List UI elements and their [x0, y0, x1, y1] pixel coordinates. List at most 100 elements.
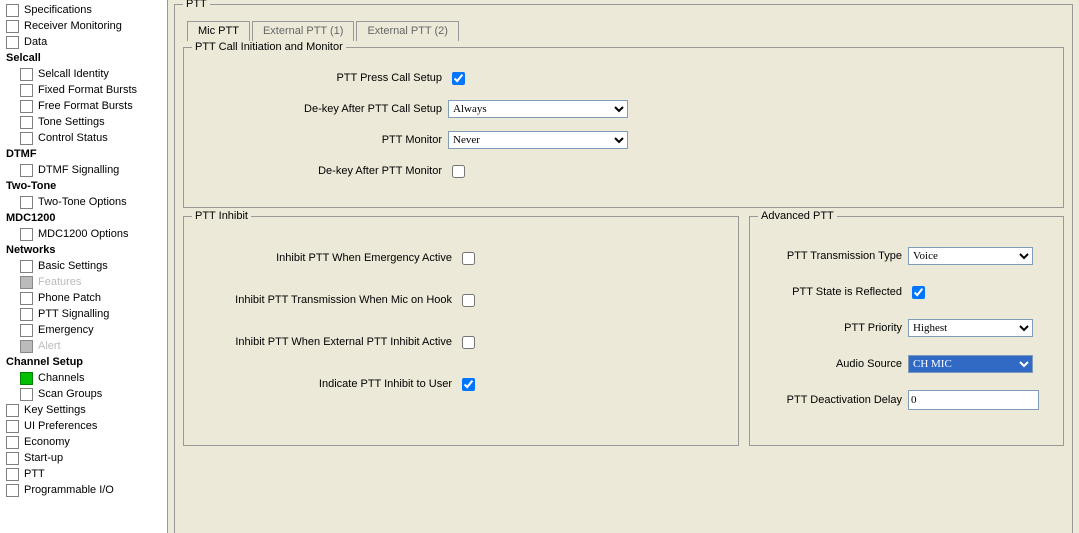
dekey-after-setup-label: De-key After PTT Call Setup — [192, 103, 448, 115]
audio-source-label: Audio Source — [758, 358, 908, 370]
tree-checkbox-icon — [20, 292, 33, 305]
tree-checkbox-icon — [20, 68, 33, 81]
tree-item[interactable]: Alert — [0, 338, 167, 354]
trans-type-select[interactable]: Voice — [908, 247, 1033, 265]
tree-checkbox-icon — [6, 404, 19, 417]
tree-item[interactable]: MDC1200 Options — [0, 226, 167, 242]
priority-select[interactable]: Highest — [908, 319, 1033, 337]
tree-item[interactable]: Networks — [0, 242, 167, 258]
tree-item-label: DTMF Signalling — [38, 164, 119, 176]
inhibit-emergency-checkbox[interactable] — [462, 252, 475, 265]
tree-item[interactable]: Selcall Identity — [0, 66, 167, 82]
tree-item-label: Basic Settings — [38, 260, 108, 272]
tree-item-label: Networks — [6, 244, 56, 256]
tree-item-label: Phone Patch — [38, 292, 101, 304]
tree-checkbox-icon — [20, 196, 33, 209]
tree-item-label: DTMF — [6, 148, 37, 160]
tree-item[interactable]: PTT Signalling — [0, 306, 167, 322]
tree-item-label: PTT — [24, 468, 45, 480]
inhibit-external-checkbox[interactable] — [462, 336, 475, 349]
deact-delay-label: PTT Deactivation Delay — [758, 394, 908, 406]
tab-mic-ptt[interactable]: Mic PTT — [187, 21, 250, 41]
tree-checkbox-icon — [20, 116, 33, 129]
tree-item[interactable]: Start-up — [0, 450, 167, 466]
tree-item-label: MDC1200 — [6, 212, 56, 224]
audio-source-select[interactable]: CH MIC — [908, 355, 1033, 373]
tree-item-label: PTT Signalling — [38, 308, 109, 320]
tree-item[interactable]: Key Settings — [0, 402, 167, 418]
tree-item[interactable]: Two-Tone Options — [0, 194, 167, 210]
tree-item[interactable]: DTMF Signalling — [0, 162, 167, 178]
tree-item[interactable]: Two-Tone — [0, 178, 167, 194]
tree-item-label: Emergency — [38, 324, 94, 336]
call-init-legend: PTT Call Initiation and Monitor — [192, 41, 346, 53]
tab-external-ptt-1[interactable]: External PTT (1) — [252, 21, 355, 41]
tree-item-label: UI Preferences — [24, 420, 97, 432]
tree-item[interactable]: Programmable I/O — [0, 482, 167, 498]
tree-item[interactable]: Basic Settings — [0, 258, 167, 274]
dekey-after-monitor-checkbox[interactable] — [452, 165, 465, 178]
tree-item-label: Economy — [24, 436, 70, 448]
tree-item[interactable]: Free Format Bursts — [0, 98, 167, 114]
press-call-setup-label: PTT Press Call Setup — [192, 72, 448, 84]
inhibit-emergency-label: Inhibit PTT When Emergency Active — [192, 252, 458, 264]
tree-item[interactable]: Data — [0, 34, 167, 50]
tree-checkbox-icon — [20, 308, 33, 321]
tree-item[interactable]: Specifications — [0, 2, 167, 18]
call-init-group: PTT Call Initiation and Monitor PTT Pres… — [183, 47, 1064, 208]
deact-delay-input[interactable] — [908, 390, 1039, 410]
tree-checkbox-icon — [20, 260, 33, 273]
tree-item[interactable]: Phone Patch — [0, 290, 167, 306]
inhibit-indicate-label: Indicate PTT Inhibit to User — [192, 378, 458, 390]
inhibit-indicate-checkbox[interactable] — [462, 378, 475, 391]
sidebar-tree: SpecificationsReceiver MonitoringData Sel… — [0, 0, 168, 533]
main-panel: PTT Mic PTT External PTT (1) External PT… — [168, 0, 1079, 533]
tab-external-ptt-2[interactable]: External PTT (2) — [356, 21, 459, 41]
tree-item[interactable]: Selcall — [0, 50, 167, 66]
tree-item[interactable]: Features — [0, 274, 167, 290]
ptt-monitor-select[interactable]: Never — [448, 131, 628, 149]
press-call-setup-checkbox[interactable] — [452, 72, 465, 85]
tree-checkbox-icon — [6, 436, 19, 449]
tree-item[interactable]: Fixed Format Bursts — [0, 82, 167, 98]
tree-item-label: Selcall — [6, 52, 41, 64]
inhibit-legend: PTT Inhibit — [192, 210, 251, 222]
tree-item-label: Programmable I/O — [24, 484, 114, 496]
dekey-after-setup-select[interactable]: Always — [448, 100, 628, 118]
tree-checkbox-icon — [20, 324, 33, 337]
inhibit-mic-hook-checkbox[interactable] — [462, 294, 475, 307]
tree-item[interactable]: Channel Setup — [0, 354, 167, 370]
tree-item[interactable]: UI Preferences — [0, 418, 167, 434]
tree-item[interactable]: MDC1200 — [0, 210, 167, 226]
tree-item[interactable]: Receiver Monitoring — [0, 18, 167, 34]
tree-item[interactable]: Tone Settings — [0, 114, 167, 130]
tree-item-label: Scan Groups — [38, 388, 102, 400]
tree-item-label: Free Format Bursts — [38, 100, 133, 112]
tree-checkbox-icon — [6, 4, 19, 17]
ptt-monitor-label: PTT Monitor — [192, 134, 448, 146]
ptt-group-legend: PTT — [183, 0, 210, 10]
tree-item[interactable]: Control Status — [0, 130, 167, 146]
tree-item-label: Fixed Format Bursts — [38, 84, 137, 96]
tree-item[interactable]: Channels — [0, 370, 167, 386]
tree-item[interactable]: Emergency — [0, 322, 167, 338]
trans-type-label: PTT Transmission Type — [758, 250, 908, 262]
tree-checkbox-icon — [20, 228, 33, 241]
tree-item[interactable]: Scan Groups — [0, 386, 167, 402]
state-reflected-checkbox[interactable] — [912, 286, 925, 299]
state-reflected-label: PTT State is Reflected — [758, 286, 908, 298]
tree-item-label: Key Settings — [24, 404, 86, 416]
tree-item-label: Control Status — [38, 132, 108, 144]
inhibit-external-label: Inhibit PTT When External PTT Inhibit Ac… — [192, 336, 458, 348]
tree-item[interactable]: DTMF — [0, 146, 167, 162]
tree-checkbox-icon — [20, 340, 33, 353]
priority-label: PTT Priority — [758, 322, 908, 334]
tree-checkbox-icon — [20, 84, 33, 97]
tree-item[interactable]: Economy — [0, 434, 167, 450]
tree-checkbox-icon — [6, 484, 19, 497]
tree-checkbox-icon — [20, 388, 33, 401]
tree-item[interactable]: PTT — [0, 466, 167, 482]
tree-checkbox-icon — [20, 372, 33, 385]
tree-item-label: Two-Tone Options — [38, 196, 127, 208]
tree-item-label: Channel Setup — [6, 356, 83, 368]
